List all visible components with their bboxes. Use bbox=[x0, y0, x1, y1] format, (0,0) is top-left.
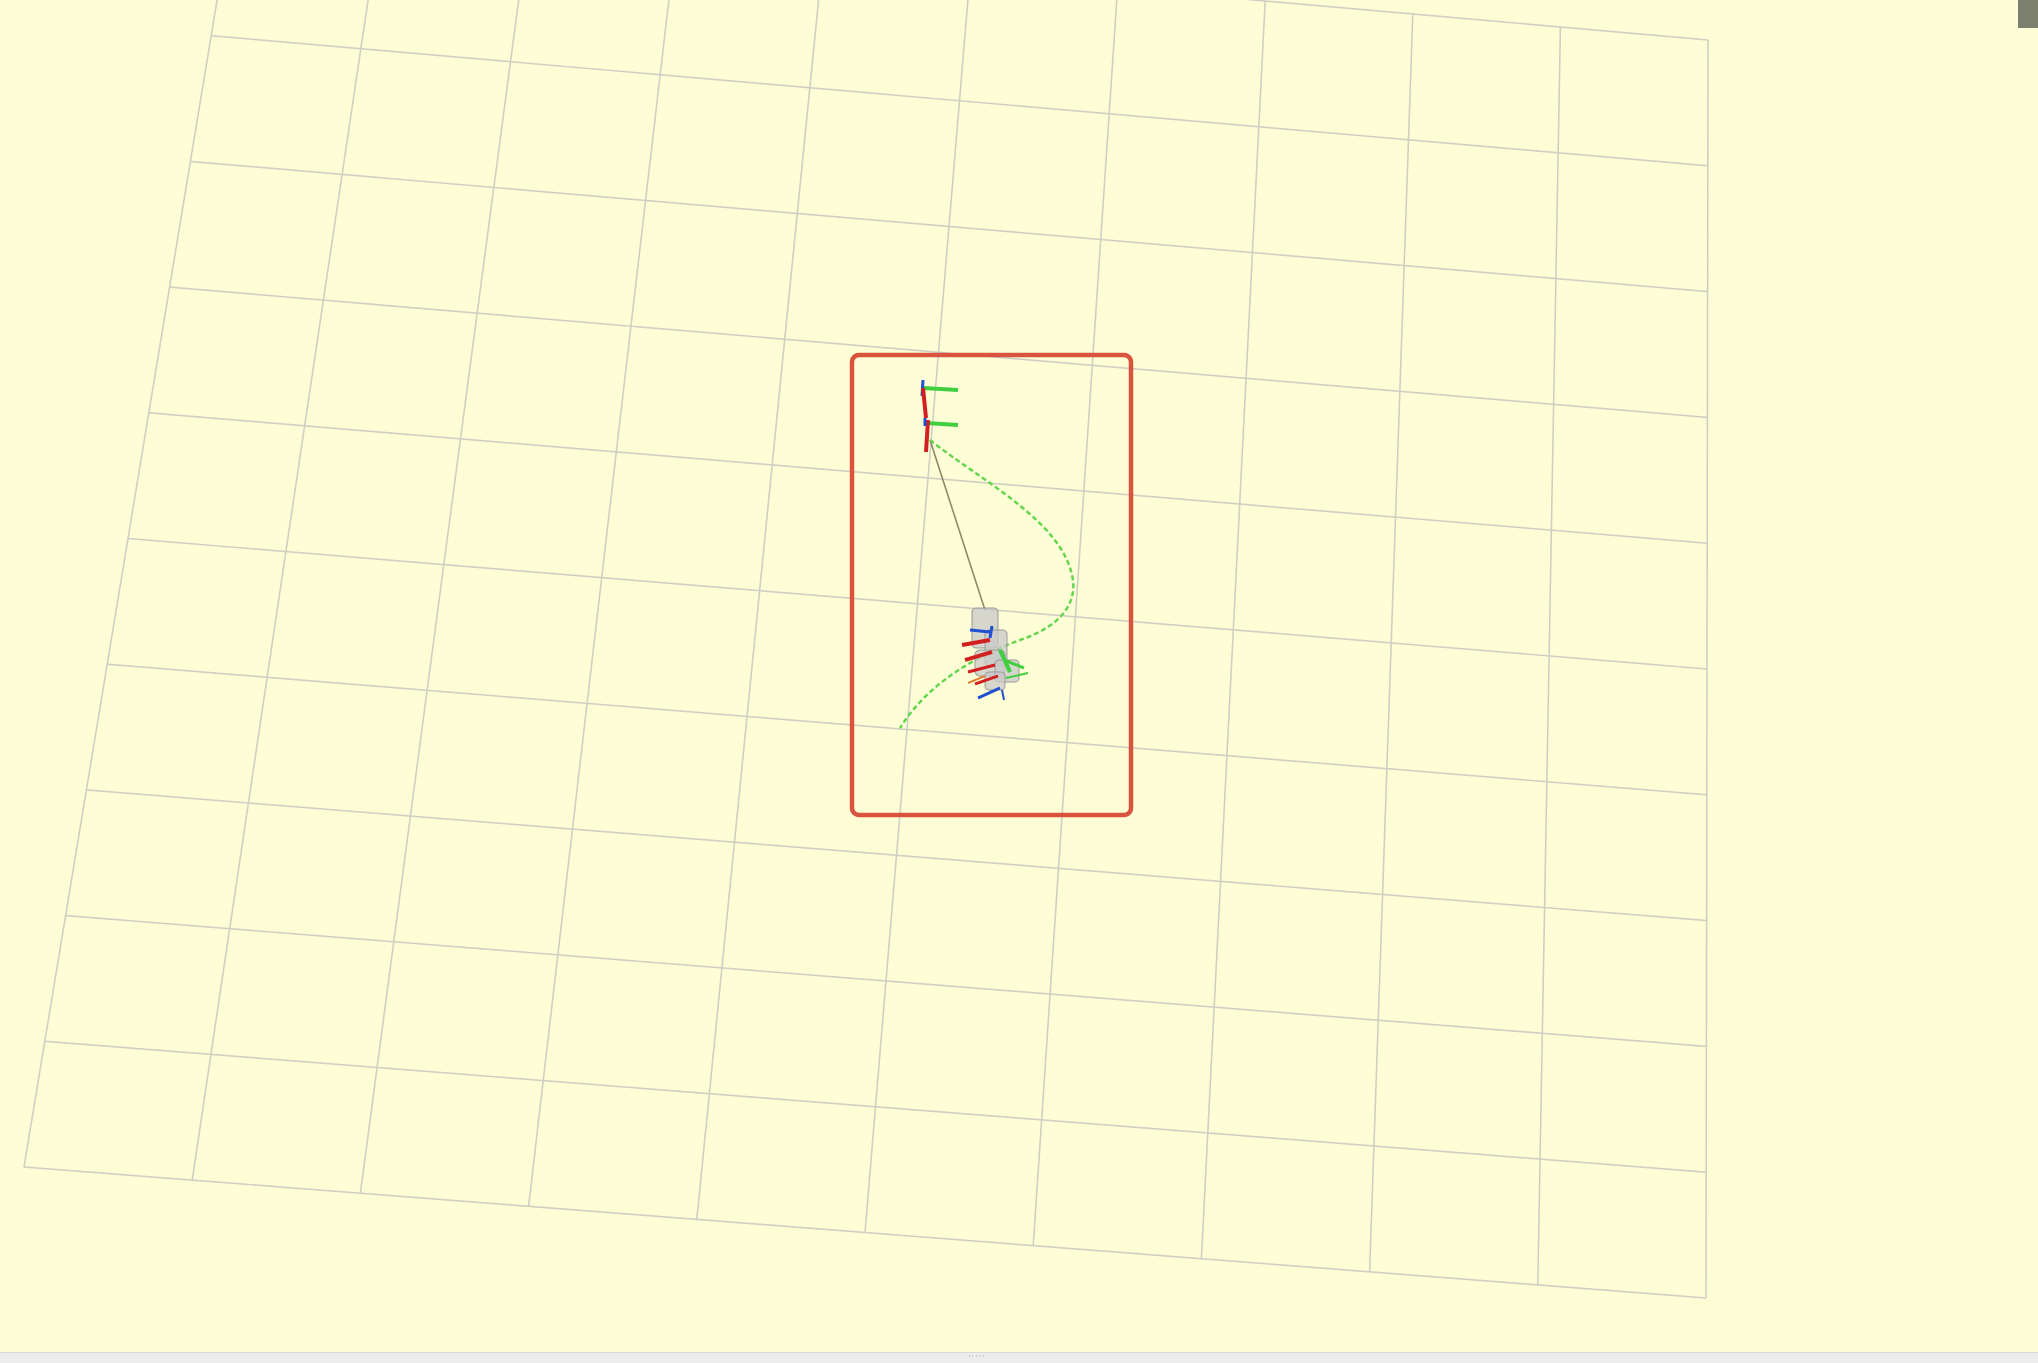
robot-z-axis bbox=[988, 625, 994, 639]
grid-line-vertical bbox=[23, 0, 218, 1168]
grid-line-horizontal bbox=[23, 1166, 1707, 1299]
grid-line-vertical bbox=[1705, 39, 1709, 1299]
grid-line-vertical bbox=[1368, 13, 1414, 1272]
bottom-splitter[interactable]: ····· bbox=[0, 1352, 2038, 1363]
grid-line-vertical bbox=[191, 0, 369, 1181]
grid-line-horizontal bbox=[1244, 0, 1709, 41]
target-link-line bbox=[929, 439, 986, 611]
grid-line-horizontal bbox=[44, 1040, 1707, 1173]
robot-model[interactable] bbox=[961, 607, 1029, 701]
3d-viewport[interactable] bbox=[0, 0, 2038, 1352]
highlight-rect bbox=[849, 352, 1134, 818]
grid-line-horizontal bbox=[107, 663, 1707, 796]
robot-z-axis bbox=[969, 628, 991, 634]
grid-line-vertical bbox=[864, 0, 969, 1233]
goal-x-axis bbox=[921, 387, 928, 419]
grid-line-horizontal bbox=[65, 914, 1707, 1048]
goal-y-axis-2 bbox=[925, 421, 959, 427]
grid-line-vertical bbox=[1032, 0, 1118, 1246]
goal-y-axis bbox=[922, 386, 959, 392]
goal-pose-frames bbox=[920, 379, 959, 453]
scene-canvas[interactable] bbox=[0, 0, 2038, 1352]
grid-line-vertical bbox=[1200, 0, 1266, 1259]
ground-grid bbox=[23, 0, 1709, 1299]
selection-highlight-box bbox=[849, 352, 1134, 818]
grid-line-horizontal bbox=[127, 537, 1708, 670]
panel-toggle-icon[interactable] bbox=[2018, 0, 2038, 28]
grid-line-horizontal bbox=[86, 789, 1707, 922]
grid-line-vertical bbox=[359, 0, 520, 1194]
grid-line-vertical bbox=[696, 0, 820, 1220]
robot-z-axis bbox=[1001, 689, 1005, 701]
splitter-grip-icon[interactable]: ····· bbox=[960, 1353, 994, 1361]
grid-line-vertical bbox=[527, 0, 670, 1207]
